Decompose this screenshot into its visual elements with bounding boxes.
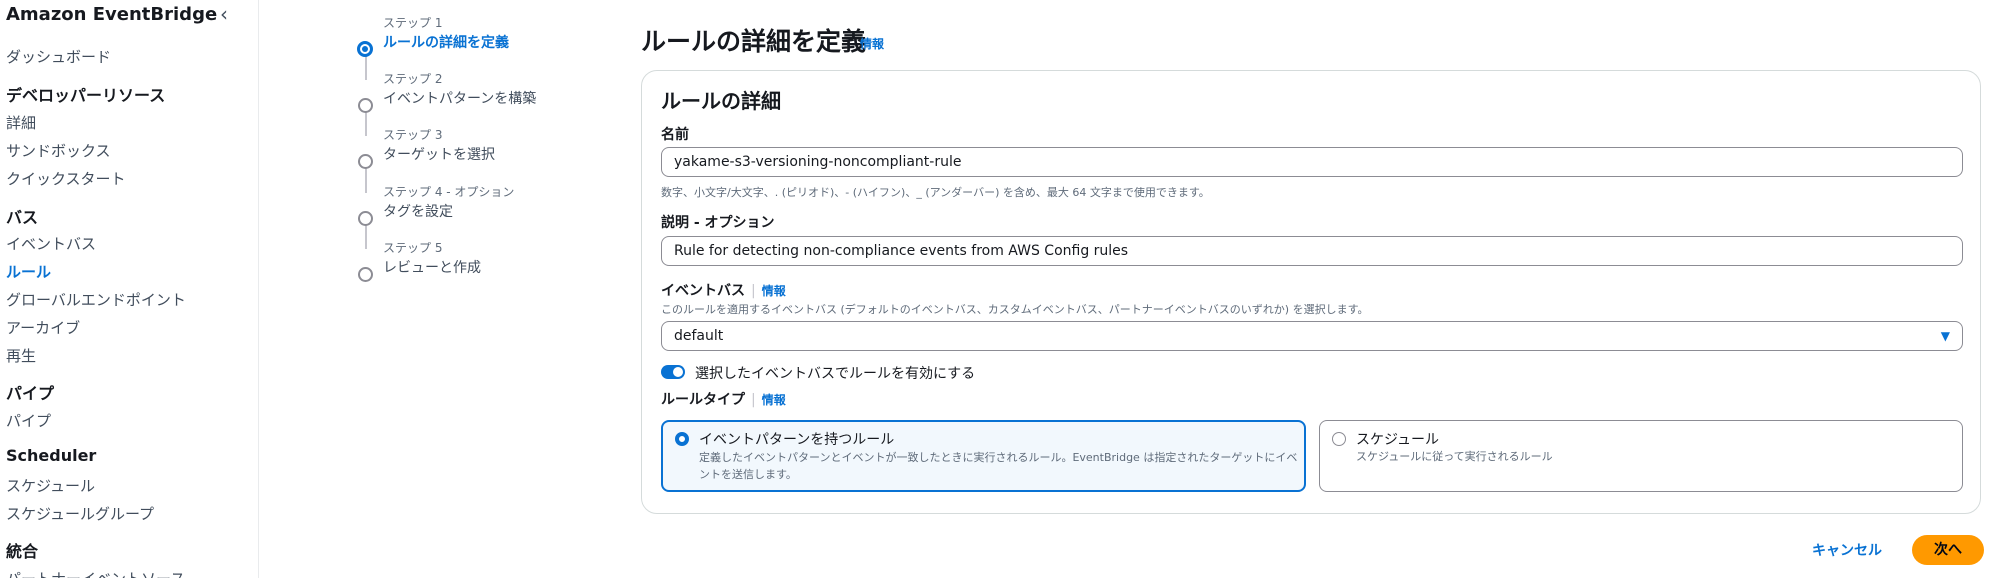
event-bus-select[interactable]: default ▼ [661,321,1963,351]
step-name: タグを設定 [383,204,453,220]
name-label: 名前 [661,127,689,143]
wizard-step-2: ステップ 2 イベントパターンを構築 [355,70,615,126]
event-bus-label-text: イベントバス [661,283,745,299]
nav-item-sandbox[interactable]: サンドボックス [6,140,111,161]
description-input[interactable]: Rule for detecting non-compliance events… [661,236,1963,266]
nav-item-event-buses[interactable]: イベントバス [6,233,96,254]
enable-rule-toggle-label: 選択したイベントバスでルールを有効にする [695,366,976,382]
step-pending-icon [358,154,373,169]
radio-unselected-icon [1332,432,1346,446]
step-current-icon [357,41,373,57]
rule-type-event-pattern-tile[interactable]: イベントパターンを持つルール 定義したイベントパターンとイベントが一致したときに… [661,420,1306,492]
tile-title: スケジュール [1356,432,1440,448]
divider: | [751,392,756,408]
nav-item-dashboard[interactable]: ダッシュボード [6,46,111,67]
step-pending-icon [358,267,373,282]
rule-name-input[interactable]: yakame-s3-versioning-noncompliant-rule [661,147,1963,177]
wizard-step-3: ステップ 3 ターゲットを選択 [355,126,615,182]
tile-description: 定義したイベントパターンとイベントが一致したときに実行されるルール。EventB… [699,451,1298,481]
cancel-button[interactable]: キャンセル [1812,540,1882,560]
step-name: ルールの詳細を定義 [383,35,509,51]
card-title: ルールの詳細 [661,89,781,113]
nav-item-details[interactable]: 詳細 [6,112,36,133]
description-label: 説明 - オプション [661,215,775,231]
step-pending-icon [358,98,373,113]
event-bus-info-link[interactable]: 情報 [762,284,786,298]
nav-heading-developer-resources: デベロッパーリソース [6,86,166,105]
nav-title: Amazon EventBridge [6,4,218,25]
nav-item-schedule-groups[interactable]: スケジュールグループ [6,503,154,524]
page-info-link[interactable]: 情報 [860,35,884,52]
nav-item-partner-event-sources[interactable]: パートナーイベントソース [6,568,185,578]
step-name: ターゲットを選択 [383,147,495,163]
enable-rule-toggle[interactable] [661,365,685,379]
nav-item-archives[interactable]: アーカイブ [6,317,80,338]
nav-heading-pipes: パイプ [6,384,55,403]
nav-item-global-endpoints[interactable]: グローバルエンドポイント [6,289,186,310]
side-navigation: Amazon EventBridge ‹ ダッシュボード デベロッパーリソース … [0,0,259,578]
rule-type-label-text: ルールタイプ [661,392,745,408]
nav-heading-buses: バス [6,208,39,227]
step-label: ステップ 1 [383,16,443,30]
event-bus-selected-value: default [674,328,724,344]
step-label: ステップ 3 [383,128,443,142]
step-pending-icon [358,211,373,226]
wizard-step-5: ステップ 5 レビューと作成 [355,239,615,295]
tile-description: スケジュールに従って実行されるルール [1356,450,1553,463]
step-name: レビューと作成 [383,260,481,276]
tile-title: イベントパターンを持つルール [699,432,895,448]
rule-type-schedule-tile[interactable]: スケジュール スケジュールに従って実行されるルール [1319,420,1963,492]
nav-item-pipes[interactable]: パイプ [6,410,51,431]
chevron-left-icon[interactable]: ‹ [220,2,228,26]
nav-item-replays[interactable]: 再生 [6,345,36,366]
wizard-steps: ステップ 1 ルールの詳細を定義 ステップ 2 イベントパターンを構築 ステップ… [355,0,615,300]
nav-heading-integration: 統合 [6,542,39,561]
nav-item-rules[interactable]: ルール [6,261,51,282]
radio-selected-icon [675,432,689,446]
nav-item-schedules[interactable]: スケジュール [6,475,95,496]
caret-down-icon: ▼ [1940,329,1950,343]
page-title: ルールの詳細を定義 [641,27,867,56]
step-name: イベントパターンを構築 [383,91,537,107]
rule-type-label: ルールタイプ | 情報 [661,389,786,409]
wizard-step-4: ステップ 4 - オプション タグを設定 [355,183,615,239]
name-constraint-hint: 数字、小文字/大文字、. (ピリオド)、- (ハイフン)、_ (アンダーバー) … [661,186,1210,199]
rule-type-info-link[interactable]: 情報 [762,393,786,407]
nav-heading-scheduler: Scheduler [6,446,97,465]
event-bus-label: イベントバス | 情報 [661,280,786,300]
event-bus-hint: このルールを適用するイベントバス (デフォルトのイベントバス、カスタムイベントバ… [661,303,1369,316]
step-label: ステップ 5 [383,241,443,255]
next-button[interactable]: 次へ [1912,535,1984,565]
rule-details-container: ルールの詳細 名前 yakame-s3-versioning-noncompli… [641,70,1981,514]
wizard-step-1[interactable]: ステップ 1 ルールの詳細を定義 [355,14,615,70]
step-label: ステップ 2 [383,72,443,86]
nav-item-quickstart[interactable]: クイックスタート [6,168,126,189]
divider: | [751,283,756,299]
step-label: ステップ 4 - オプション [383,185,515,199]
